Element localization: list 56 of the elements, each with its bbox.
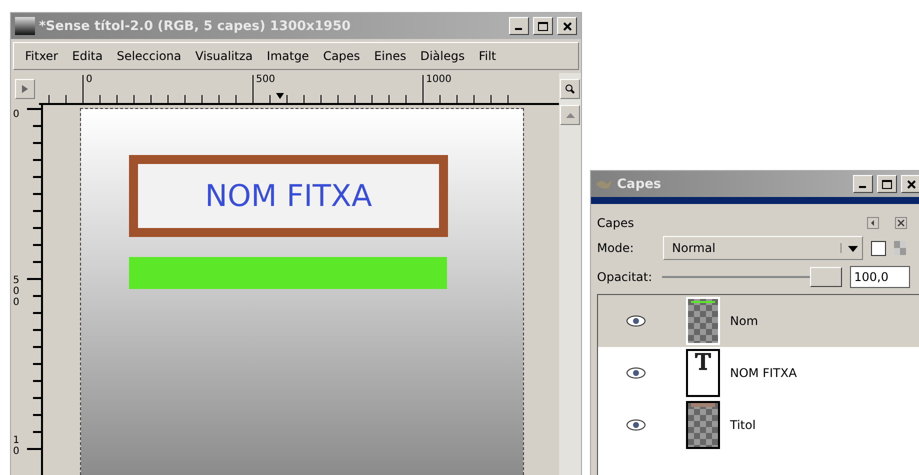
title-frame: NOM FITXA: [129, 155, 448, 237]
menu-item[interactable]: Eines: [367, 49, 414, 63]
layer-name: NOM FITXA: [730, 366, 797, 380]
line-icon: [691, 299, 715, 305]
menu-item[interactable]: Filt: [472, 49, 504, 63]
zoom-button[interactable]: [560, 79, 580, 99]
menu-item[interactable]: Visualitza: [188, 49, 260, 63]
search-icon: [565, 84, 575, 94]
opacity-field[interactable]: 100,0: [850, 266, 910, 288]
eye-icon[interactable]: [626, 367, 646, 379]
lock-checkbox[interactable]: [871, 240, 886, 256]
mode-label: Mode:: [597, 241, 635, 255]
play-icon: [21, 85, 29, 93]
layer-name: Titol: [730, 418, 756, 432]
slider-thumb[interactable]: [810, 267, 842, 287]
frame-strip-icon: [691, 403, 715, 407]
menu-arrow-button[interactable]: [15, 79, 35, 99]
close-button[interactable]: [901, 175, 919, 193]
text-tool-icon: [693, 351, 713, 371]
menu-item[interactable]: Diàlegs: [413, 49, 472, 63]
checker-icon: [894, 241, 906, 255]
menu-item[interactable]: Selecciona: [110, 49, 188, 63]
vertical-scrollbar[interactable]: [559, 105, 581, 475]
menu-item[interactable]: Imatge: [260, 49, 316, 63]
ruler-label: 10: [13, 435, 20, 457]
minimize-button[interactable]: [853, 175, 873, 193]
maximize-button[interactable]: [533, 17, 553, 35]
menu-item[interactable]: Fitxer: [18, 49, 66, 63]
maximize-button[interactable]: [877, 175, 897, 193]
close-icon: [562, 22, 572, 30]
mode-dropdown[interactable]: Normal: [663, 236, 863, 260]
section-title: Capes: [597, 216, 635, 230]
app-icon: [15, 17, 35, 35]
layer-name: Nom: [730, 314, 758, 328]
eye-icon[interactable]: [626, 419, 646, 431]
maximize-icon: [882, 180, 892, 188]
ruler-label: 500: [256, 75, 276, 85]
ruler-label: 500: [13, 275, 20, 308]
ruler-label: 1000: [426, 75, 452, 85]
maximize-icon: [538, 22, 548, 30]
window-title: Capes: [617, 176, 662, 192]
close-icon: [906, 180, 916, 188]
layer-row[interactable]: Nom: [598, 295, 919, 347]
ruler-label: 0: [13, 109, 20, 120]
scroll-up-button[interactable]: [560, 105, 580, 125]
window-title: *Sense títol-2.0 (RGB, 5 capes) 1300x1950: [39, 18, 352, 34]
minimize-button[interactable]: [509, 17, 529, 35]
opacity-slider[interactable]: [662, 267, 842, 287]
menu-item[interactable]: Capes: [316, 49, 368, 63]
menu-item[interactable]: Edita: [65, 49, 110, 63]
close-button[interactable]: [557, 17, 577, 35]
eye-icon[interactable]: [626, 315, 646, 327]
ruler-label: 0: [86, 75, 92, 85]
up-arrow-icon: [566, 112, 574, 118]
close-icon[interactable]: [895, 217, 907, 229]
opacity-label: Opacitat:: [597, 270, 652, 284]
